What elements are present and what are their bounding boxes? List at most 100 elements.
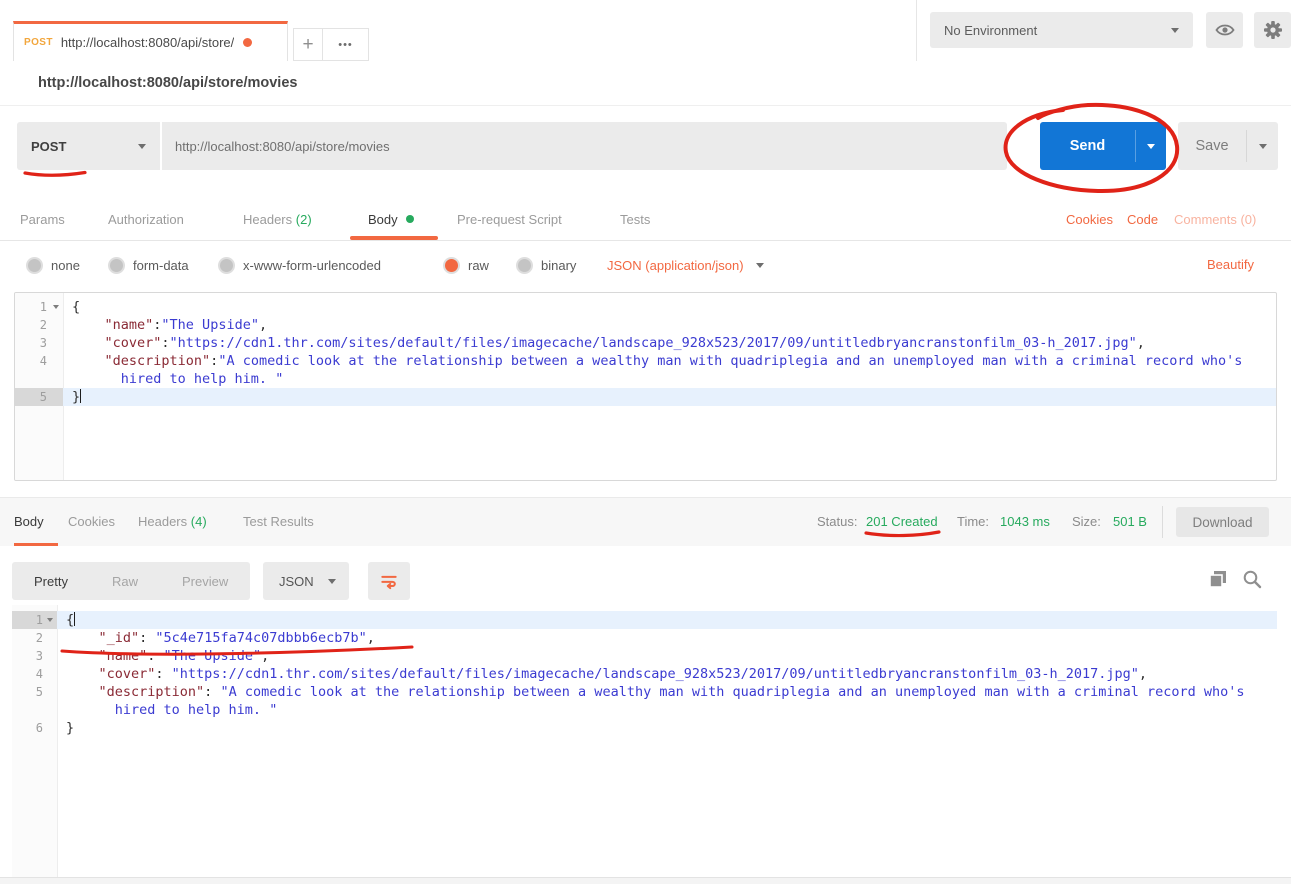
radio-binary[interactable]: binary (516, 241, 576, 289)
unsaved-dot-icon (243, 38, 252, 47)
code-line: 4 "description":"A comedic look at the r… (15, 352, 1276, 370)
method-value: POST (31, 139, 66, 154)
view-pretty[interactable]: Pretty (12, 574, 90, 589)
search-icon (1241, 568, 1263, 590)
response-view-switch: Pretty Raw Preview (12, 562, 250, 600)
header-divider (916, 0, 917, 61)
response-format-dropdown[interactable]: JSON (263, 562, 349, 600)
line-number (15, 370, 63, 388)
radio-icon (516, 257, 533, 274)
divider (1162, 506, 1163, 538)
tab-headers-label: Headers (243, 212, 292, 227)
header-bar: POST http://localhost:8080/api/store/ + … (0, 0, 1291, 62)
beautify-link[interactable]: Beautify (1207, 241, 1254, 289)
settings-button[interactable] (1254, 12, 1291, 48)
tab-headers[interactable]: Headers (2) (243, 200, 312, 240)
response-headers-label: Headers (138, 514, 187, 529)
save-button[interactable]: Save (1178, 122, 1278, 170)
postman-app: POST http://localhost:8080/api/store/ + … (0, 0, 1291, 884)
tab-body-label: Body (368, 212, 398, 227)
save-label: Save (1178, 122, 1246, 170)
copy-button[interactable] (1206, 567, 1230, 591)
radio-icon (26, 257, 43, 274)
save-options-button[interactable] (1247, 122, 1278, 170)
line-number: 5 (15, 388, 63, 406)
url-input[interactable]: http://localhost:8080/api/store/movies (162, 122, 1007, 170)
request-body-editor[interactable]: 1 { 2 "name":"The Upside", 3 "cover":"ht… (14, 292, 1277, 481)
tab-authorization[interactable]: Authorization (108, 200, 184, 240)
view-preview[interactable]: Preview (160, 574, 250, 589)
radio-none[interactable]: none (26, 241, 80, 289)
radio-icon (108, 257, 125, 274)
send-button[interactable]: Send (1040, 122, 1166, 170)
response-section-header: Body Cookies Headers (4) Test Results St… (0, 497, 1291, 547)
line-number: 1 (12, 611, 57, 629)
code-link[interactable]: Code (1127, 200, 1158, 240)
code-line-highlighted: 5 } (15, 388, 1276, 406)
code-line: 3 "name": "The Upside", (12, 647, 1277, 665)
radio-raw[interactable]: raw (443, 241, 489, 289)
tab-pre-request-script[interactable]: Pre-request Script (457, 200, 562, 240)
fold-caret-icon[interactable] (53, 305, 59, 309)
line-number: 2 (12, 629, 57, 647)
chevron-down-icon (756, 263, 764, 268)
headers-count: (2) (296, 212, 312, 227)
request-tab[interactable]: POST http://localhost:8080/api/store/ (13, 21, 288, 61)
radio-form-data[interactable]: form-data (108, 241, 189, 289)
line-number: 6 (12, 719, 57, 737)
wrap-text-button[interactable] (368, 562, 410, 600)
response-tab-cookies[interactable]: Cookies (68, 498, 115, 546)
send-options-button[interactable] (1136, 122, 1166, 170)
search-button[interactable] (1240, 567, 1264, 591)
time-label: Time: (957, 498, 989, 546)
code-line: 1 { (15, 298, 1276, 316)
response-tab-test-results[interactable]: Test Results (243, 498, 314, 546)
url-value: http://localhost:8080/api/store/movies (175, 139, 390, 154)
code-line-highlighted: 1 { (12, 611, 1277, 629)
chevron-down-icon (1259, 144, 1267, 149)
response-body-editor[interactable]: 1 { 2 "_id": "5c4e715fa74c07dbbb6ecb7b",… (12, 605, 1277, 877)
tab-tests[interactable]: Tests (620, 200, 650, 240)
environment-selector[interactable]: No Environment (930, 12, 1193, 48)
status-label: Status: (817, 498, 857, 546)
more-tabs-button[interactable]: ••• (322, 28, 369, 61)
code-line: 3 "cover":"https://cdn1.thr.com/sites/de… (15, 334, 1276, 352)
comments-link[interactable]: Comments (0) (1174, 200, 1256, 240)
tab-body[interactable]: Body (368, 200, 414, 240)
response-headers-count: (4) (191, 514, 207, 529)
body-type-row: none form-data x-www-form-urlencoded raw… (0, 241, 1291, 289)
response-format-label: JSON (279, 574, 314, 589)
gear-icon (1262, 19, 1284, 41)
view-raw[interactable]: Raw (90, 574, 160, 589)
code-line: 2 "name":"The Upside", (15, 316, 1276, 334)
request-tabs: Params Authorization Headers (2) Body Pr… (0, 200, 1291, 241)
new-tab-button[interactable]: + (293, 28, 323, 61)
radio-urlencoded-label: x-www-form-urlencoded (243, 258, 381, 273)
content-type-dropdown[interactable]: JSON (application/json) (607, 241, 764, 289)
copy-icon (1207, 568, 1229, 590)
tab-params[interactable]: Params (20, 200, 65, 240)
response-tab-body[interactable]: Body (14, 498, 44, 546)
breadcrumb: http://localhost:8080/api/store/movies (0, 61, 1291, 106)
active-tab-underline (350, 236, 438, 240)
radio-icon (218, 257, 235, 274)
fold-caret-icon[interactable] (47, 618, 53, 622)
line-number: 4 (15, 352, 63, 370)
environment-quick-look-button[interactable] (1206, 12, 1243, 48)
download-button[interactable]: Download (1176, 507, 1269, 537)
line-number: 1 (15, 298, 63, 316)
line-number: 4 (12, 665, 57, 683)
annotation-underline-post (25, 173, 85, 176)
response-tab-headers[interactable]: Headers (4) (138, 498, 207, 546)
radio-urlencoded[interactable]: x-www-form-urlencoded (218, 241, 381, 289)
text-cursor (74, 612, 75, 626)
line-number: 2 (15, 316, 63, 334)
bottom-strip (0, 877, 1291, 884)
line-number: 3 (12, 647, 57, 665)
method-dropdown[interactable]: POST (17, 122, 160, 170)
cookies-link[interactable]: Cookies (1066, 200, 1113, 240)
chevron-down-icon (328, 579, 336, 584)
body-modified-dot-icon (406, 215, 414, 223)
code-line: 4 "cover": "https://cdn1.thr.com/sites/d… (12, 665, 1277, 683)
code-line: hired to help him. " (12, 701, 1277, 719)
